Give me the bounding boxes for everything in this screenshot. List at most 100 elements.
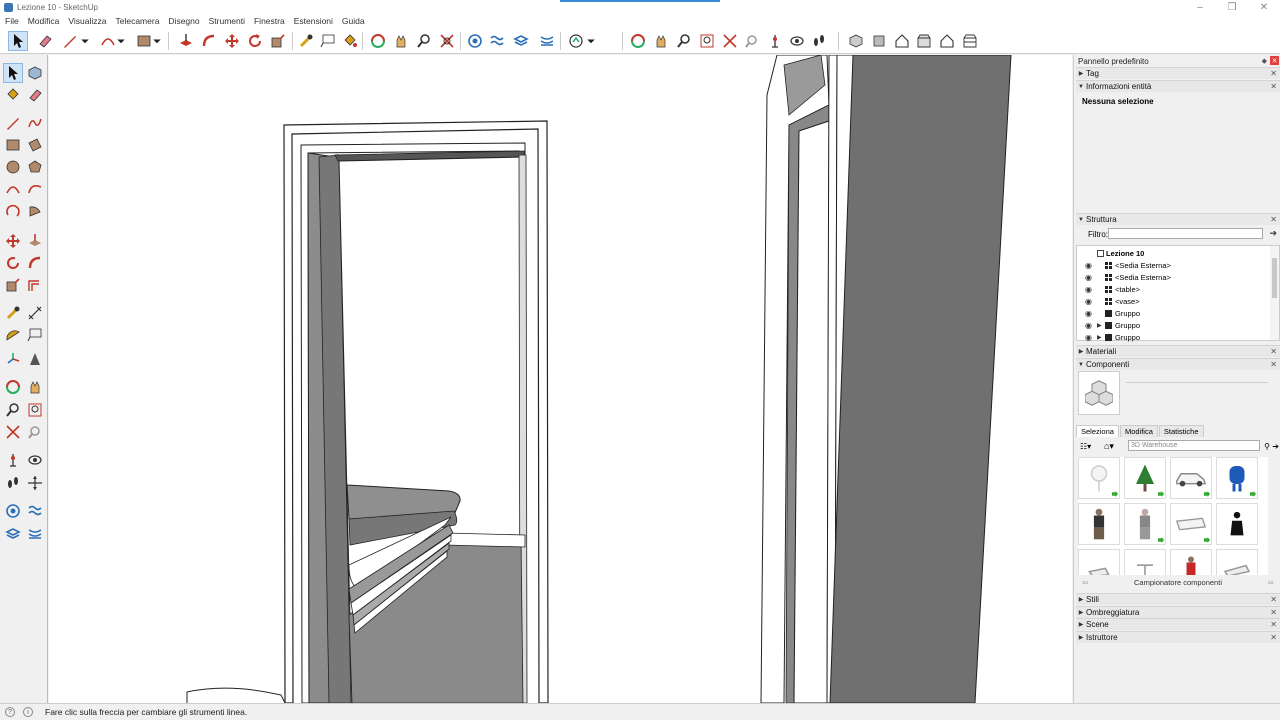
filter-options-icon[interactable]: ➔	[1269, 228, 1277, 239]
menu-telecamera[interactable]: Telecamera	[115, 16, 159, 26]
component-thumbnail[interactable]	[1170, 549, 1212, 575]
outliner-item[interactable]: ◉ ▶ Gruppo	[1077, 319, 1271, 331]
select-tool-button[interactable]	[3, 63, 23, 83]
eraser-tool-button[interactable]	[35, 31, 55, 51]
warehouse-dropdown[interactable]	[585, 31, 597, 51]
pan-tool-button[interactable]	[391, 31, 411, 51]
pin-icon[interactable]: ◆	[1262, 57, 1267, 65]
offset-tool-button[interactable]	[25, 275, 45, 295]
tray-close-button[interactable]: ✕	[1270, 56, 1279, 65]
menu-file[interactable]: File	[5, 16, 19, 26]
outliner-scrollbar[interactable]	[1270, 246, 1279, 340]
section-plane-button[interactable]	[465, 31, 485, 51]
component-thumbnail[interactable]	[1078, 549, 1120, 575]
three-point-arc-tool-button[interactable]	[3, 201, 23, 221]
zoom-window-button[interactable]	[697, 31, 717, 51]
position-camera-button[interactable]	[3, 450, 23, 470]
component-thumbnail[interactable]	[1216, 503, 1258, 545]
outliner-item[interactable]: ◉ <vase>	[1077, 295, 1271, 307]
text-tool-button[interactable]	[25, 325, 45, 345]
camera-zoom-button[interactable]	[674, 31, 694, 51]
rotate-tool-button[interactable]	[3, 253, 23, 273]
eye-icon[interactable]: ◉	[1085, 297, 1092, 306]
axes-tool-button[interactable]	[3, 349, 23, 369]
eye-icon[interactable]: ◉	[1085, 321, 1092, 330]
section-components[interactable]: ▼ Componenti ✕	[1076, 358, 1280, 370]
tape-measure-tool-button[interactable]	[3, 303, 23, 323]
camera-orbit-button[interactable]	[628, 31, 648, 51]
filter-input[interactable]	[1108, 228, 1263, 239]
orbit-tool-button[interactable]	[368, 31, 388, 51]
menu-disegno[interactable]: Disegno	[168, 16, 199, 26]
maximize-button[interactable]: ❐	[1216, 0, 1248, 14]
tab-modifica[interactable]: Modifica	[1119, 425, 1158, 437]
section-shadows[interactable]: ▶ Ombreggiatura ✕	[1076, 606, 1280, 618]
home-icon[interactable]: ⌂▾	[1104, 441, 1114, 452]
look-around-button[interactable]	[787, 31, 807, 51]
menu-modifica[interactable]: Modifica	[28, 16, 60, 26]
component-search-input[interactable]: 3D Warehouse	[1128, 440, 1260, 451]
outliner-item[interactable]: ◉ <Sedia Esterna>	[1077, 259, 1271, 271]
outliner-root[interactable]: Lezione 10	[1077, 247, 1271, 259]
camera-pan-button[interactable]	[651, 31, 671, 51]
push-pull-tool-button[interactable]	[176, 31, 196, 51]
menu-visualizza[interactable]: Visualizza	[68, 16, 106, 26]
back-view-button[interactable]	[937, 31, 957, 51]
minimize-button[interactable]: –	[1184, 0, 1216, 14]
menu-strumenti[interactable]: Strumenti	[209, 16, 245, 26]
two-point-arc-tool-button[interactable]	[25, 179, 45, 199]
tab-seleziona[interactable]: Seleziona	[1076, 425, 1119, 437]
close-icon[interactable]: ✕	[1270, 608, 1277, 617]
front-view-button[interactable]	[892, 31, 912, 51]
zoom-extents-button[interactable]	[720, 31, 740, 51]
sandbox-drape-button[interactable]	[25, 524, 45, 544]
text-tool-button[interactable]	[318, 31, 338, 51]
make-component-button[interactable]	[25, 63, 45, 83]
outliner-item[interactable]: ◉ <table>	[1077, 283, 1271, 295]
menu-estensioni[interactable]: Estensioni	[294, 16, 333, 26]
close-icon[interactable]: ✕	[1270, 633, 1277, 642]
component-thumbnail[interactable]	[1216, 457, 1258, 499]
arc-tool-button[interactable]	[3, 179, 23, 199]
rotated-rectangle-tool-button[interactable]	[25, 135, 45, 155]
section-plane-button[interactable]	[25, 473, 45, 493]
move-tool-button[interactable]	[3, 231, 23, 251]
rectangle-tool-button[interactable]	[3, 135, 23, 155]
search-icon[interactable]: ⚲	[1264, 442, 1270, 451]
scale-tool-button[interactable]	[268, 31, 288, 51]
polygon-tool-button[interactable]	[25, 157, 45, 177]
previous-view-button[interactable]	[25, 422, 45, 442]
section-styles[interactable]: ▶ Stili ✕	[1076, 593, 1280, 605]
close-icon[interactable]: ✕	[1270, 215, 1277, 224]
outliner-item[interactable]: ◉ ▶ Gruppo	[1077, 331, 1271, 343]
component-sampler[interactable]: ⇦ Campionatore componenti ⇨	[1076, 576, 1280, 588]
sandbox-flip-button[interactable]	[537, 31, 557, 51]
move-tool-button[interactable]	[222, 31, 242, 51]
section-outliner[interactable]: ▼ Struttura ✕	[1076, 213, 1280, 225]
paint-bucket-tool-button[interactable]	[340, 31, 360, 51]
menu-guida[interactable]: Guida	[342, 16, 365, 26]
3d-viewport[interactable]	[49, 55, 1072, 703]
section-scenes[interactable]: ▶ Scene ✕	[1076, 618, 1280, 630]
paint-bucket-tool-button[interactable]	[3, 85, 23, 105]
component-thumbnail[interactable]	[1170, 457, 1212, 499]
eraser-tool-button[interactable]	[25, 85, 45, 105]
push-pull-tool-button[interactable]	[25, 231, 45, 251]
sandbox-from-contours-button[interactable]	[3, 501, 23, 521]
eye-icon[interactable]: ◉	[1085, 261, 1092, 270]
component-thumbnail[interactable]	[1170, 503, 1212, 545]
section-materials[interactable]: ▶ Materiali ✕	[1076, 345, 1280, 357]
eye-icon[interactable]: ◉	[1085, 285, 1092, 294]
eye-icon[interactable]: ◉	[1085, 309, 1092, 318]
zoom-window-button[interactable]	[25, 400, 45, 420]
close-icon[interactable]: ✕	[1270, 347, 1277, 356]
close-icon[interactable]: ✕	[1270, 595, 1277, 604]
right-view-button[interactable]	[914, 31, 934, 51]
follow-me-tool-button[interactable]	[25, 253, 45, 273]
close-icon[interactable]: ✕	[1270, 360, 1277, 369]
line-tool-dropdown[interactable]	[79, 31, 91, 51]
section-tag[interactable]: ▶ Tag ✕	[1076, 67, 1280, 79]
zoom-tool-button[interactable]	[3, 400, 23, 420]
close-window-button[interactable]: ✕	[1248, 0, 1280, 14]
outliner-item[interactable]: ◉ <Sedia Esterna>	[1077, 271, 1271, 283]
